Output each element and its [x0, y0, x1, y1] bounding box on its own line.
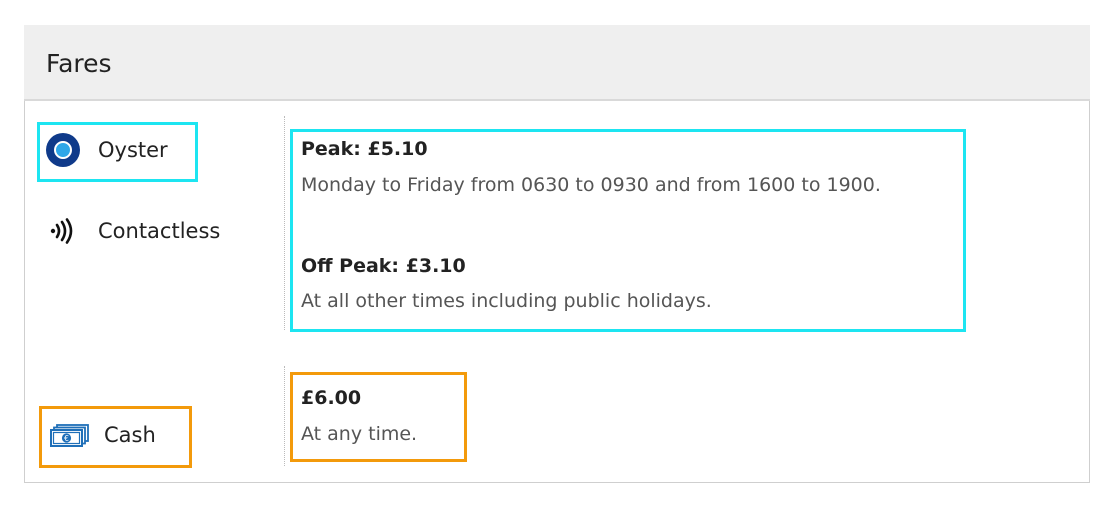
fares-panel-header	[24, 25, 1090, 101]
oyster-highlight-box	[37, 122, 198, 182]
contactless-icon	[50, 218, 78, 244]
contactless-label: Contactless	[98, 219, 221, 243]
column-divider	[284, 366, 285, 466]
column-divider	[284, 116, 285, 330]
panel-title: Fares	[46, 49, 112, 78]
cash-highlight-box	[39, 406, 192, 468]
payment-option-contactless[interactable]: Contactless	[50, 216, 220, 246]
cash-fares-highlight-box	[290, 372, 467, 462]
oyster-fares-highlight-box	[290, 129, 966, 332]
